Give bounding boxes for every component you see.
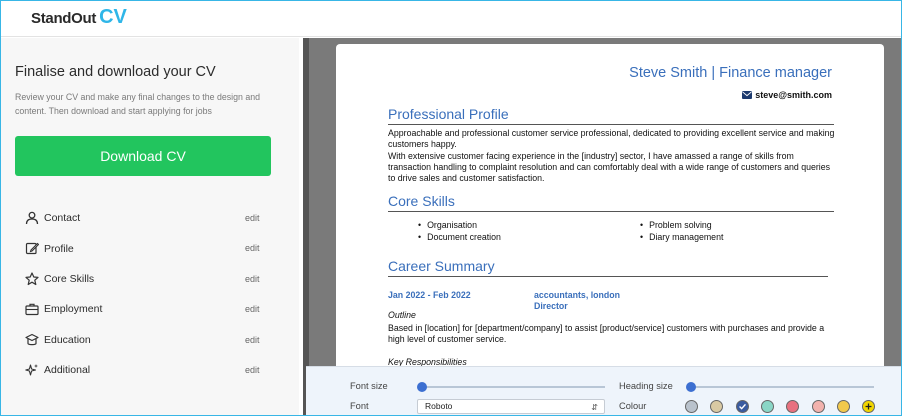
cv-name-title: Steve Smith | Finance manager (629, 65, 832, 81)
job-outline-label: Outline (388, 310, 416, 320)
edit-employment-link[interactable]: edit (245, 304, 260, 314)
section-label: Profile (44, 242, 74, 255)
edit-contact-link[interactable]: edit (245, 213, 260, 223)
logo-text-standout: StandOut (31, 10, 97, 27)
edit-core-skills-link[interactable]: edit (245, 274, 260, 284)
section-item-profile[interactable]: Profile edit (1, 233, 299, 263)
section-item-contact[interactable]: Contact edit (1, 203, 299, 233)
envelope-icon (742, 91, 753, 99)
page-description: Review your CV and make any final change… (15, 92, 260, 116)
colour-swatch[interactable] (760, 400, 774, 413)
edit-additional-link[interactable]: edit (245, 365, 260, 375)
section-item-additional[interactable]: Additional edit (1, 355, 299, 385)
section-label: Core Skills (44, 272, 95, 285)
colour-swatch[interactable] (710, 400, 724, 413)
font-select-value: Roboto (425, 401, 453, 411)
star-icon (25, 272, 39, 286)
standout-cv-logo[interactable]: StandOut CV (31, 6, 127, 29)
profile-paragraph-1: Approachable and professional customer s… (388, 128, 835, 150)
page-title: Finalise and download your CV (15, 64, 216, 80)
profile-paragraph-2: With extensive customer facing experienc… (388, 151, 831, 184)
core-skills-divider (388, 211, 834, 212)
download-cv-button[interactable]: Download CV (15, 136, 271, 176)
section-label: Contact (44, 212, 81, 225)
colour-swatch[interactable] (685, 400, 698, 413)
job-company-name: accountants, london (534, 290, 621, 300)
pencil-icon (25, 241, 39, 255)
logo-text-cv: CV (99, 6, 127, 28)
skill-item: Diary management (640, 232, 723, 242)
career-summary-heading: Career Summary (388, 258, 495, 274)
font-size-slider-handle[interactable] (417, 382, 427, 392)
select-arrows-icon: ⇵ (591, 403, 598, 412)
career-summary-divider (388, 276, 828, 277)
font-size-label: Font size (350, 381, 388, 391)
person-icon (25, 211, 39, 225)
top-bar: StandOut CV (1, 1, 901, 37)
job-description: Based in [location] for [department/comp… (388, 323, 825, 345)
heading-size-slider-track[interactable] (691, 386, 874, 388)
core-skills-heading: Core Skills (388, 193, 455, 209)
briefcase-icon (25, 302, 39, 316)
skill-item: Document creation (418, 232, 501, 242)
section-list: Contact edit Profile edit Core Skills ed… (1, 203, 299, 385)
font-select[interactable]: Roboto ⇵ (417, 399, 605, 414)
cv-preview-pane[interactable]: Steve Smith | Finance manager steve@smit… (303, 38, 901, 415)
colour-swatch[interactable] (786, 400, 800, 413)
section-label: Additional (44, 364, 91, 377)
preview-scroll-edge (303, 38, 309, 415)
profile-divider (388, 124, 834, 125)
graduation-cap-icon (25, 333, 39, 347)
colour-swatch[interactable] (811, 400, 825, 413)
job-title: Director (534, 301, 568, 311)
sidebar: Finalise and download your CV Review you… (1, 38, 299, 415)
job-dates: Jan 2022 - Feb 2022 (388, 290, 471, 300)
skill-item: Problem solving (640, 220, 712, 230)
font-label: Font (350, 401, 369, 411)
cv-document: Steve Smith | Finance manager steve@smit… (336, 44, 884, 415)
edit-profile-link[interactable]: edit (245, 243, 260, 253)
section-item-employment[interactable]: Employment edit (1, 294, 299, 324)
cv-email: steve@smith.com (742, 90, 832, 100)
colour-swatch[interactable] (862, 400, 876, 413)
plus-icon (865, 403, 872, 410)
colour-swatch[interactable] (735, 400, 749, 413)
edit-education-link[interactable]: edit (245, 335, 260, 345)
section-item-education[interactable]: Education edit (1, 325, 299, 355)
section-item-core-skills[interactable]: Core Skills edit (1, 264, 299, 294)
cv-email-text: steve@smith.com (755, 90, 832, 100)
section-label: Employment (44, 303, 103, 316)
sparkles-icon (25, 363, 39, 377)
design-toolbar: Font size Heading size Font Roboto ⇵ Col… (306, 366, 901, 415)
heading-size-label: Heading size (619, 381, 673, 391)
colour-swatch[interactable] (836, 400, 850, 413)
job-company: accountants, london Director (534, 290, 620, 312)
colour-label: Colour (619, 401, 647, 411)
skill-item: Organisation (418, 220, 477, 230)
font-size-slider-track[interactable] (422, 386, 605, 388)
section-label: Education (44, 333, 91, 346)
checkmark-icon (738, 403, 746, 410)
profile-heading: Professional Profile (388, 106, 509, 122)
heading-size-slider-handle[interactable] (686, 382, 696, 392)
